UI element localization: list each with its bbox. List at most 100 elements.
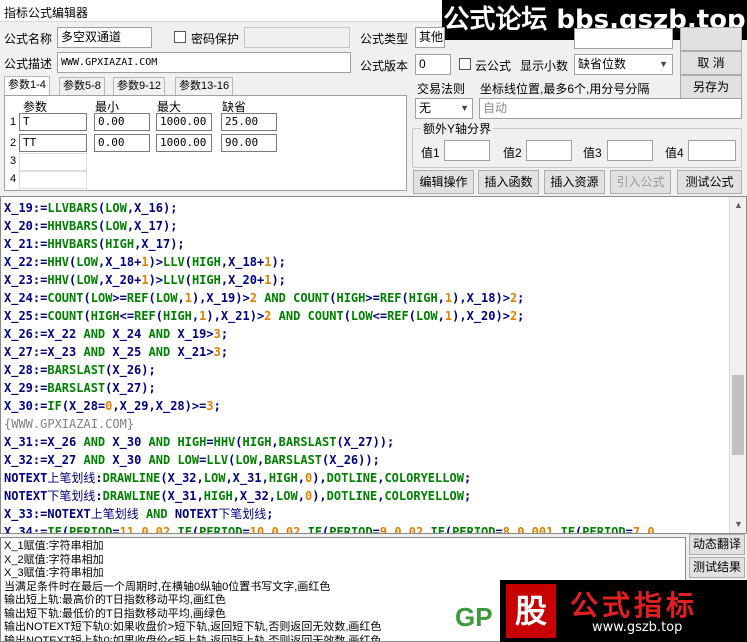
code-line: X_32:=X_27 AND X_30 AND LOW=LLV(LOW,BARS…	[4, 453, 380, 467]
param-min-field[interactable]: 0.00	[94, 134, 150, 152]
cancel-button[interactable]: 取 消	[680, 51, 742, 75]
y-value-label: 值3	[583, 146, 602, 160]
editor-scrollbar[interactable]: ▲ ▼	[729, 197, 746, 533]
param-max-field[interactable]: 1000.00	[156, 134, 212, 152]
param-max-field[interactable]: 1000.00	[156, 113, 212, 131]
output-line: X_2赋值:字符串相加	[4, 553, 104, 566]
y-value-2-input[interactable]	[526, 140, 572, 161]
desc-label: 公式描述	[4, 57, 53, 71]
insert-func-button[interactable]: 插入函数	[478, 170, 539, 194]
password-checkbox[interactable]	[174, 31, 186, 43]
password-input[interactable]	[244, 27, 350, 48]
output-line: 当满足条件时在最后一个周期时,在横轴0纵轴0位置书写文字,画红色	[4, 580, 331, 593]
formula-desc-input[interactable]: WWW.GPXIAZAI.COM	[57, 52, 351, 73]
param-min-field[interactable]: 0.00	[94, 113, 150, 131]
test-result-button[interactable]: 测试结果	[689, 557, 745, 578]
code-line: X_26:=X_22 AND X_24 AND X_19>3;	[4, 327, 229, 341]
site-logo-text: GP	[455, 602, 493, 632]
scroll-up-icon[interactable]: ▲	[730, 197, 746, 214]
code-line: X_28:=BARSLAST(X_26);	[4, 363, 156, 377]
trade-rule-select[interactable]: 无 ▼	[415, 98, 473, 119]
cloud-label: 云公式	[475, 59, 512, 73]
brand-logo: 股	[506, 584, 556, 638]
decimals-label: 显示小数	[520, 59, 569, 73]
version-input[interactable]: 0	[415, 54, 451, 75]
y-value-label: 值4	[665, 146, 684, 160]
version-label: 公式版本	[360, 59, 409, 73]
param-name-field[interactable]: TT	[19, 134, 87, 152]
output-line: X_1赋值:字符串相加	[4, 540, 104, 552]
name-label: 公式名称	[4, 32, 53, 46]
brand-title: 公式指标	[570, 589, 699, 622]
param-name-field[interactable]	[19, 171, 87, 189]
row-number: 4	[9, 173, 17, 185]
tab-params-9-12[interactable]: 参数9-12	[113, 77, 166, 95]
output-line: X_3赋值:字符串相加	[4, 567, 104, 579]
chevron-down-icon: ▼	[460, 103, 469, 113]
code-text: X_19:=LLVBARS(LOW,X_16); X_20:=HHVBARS(LO…	[4, 199, 662, 534]
code-line: X_25:=COUNT(HIGH<=REF(HIGH,1),X_21)>2 AN…	[4, 309, 525, 323]
output-text: X_1赋值:字符串相加 X_2赋值:字符串相加 X_3赋值:字符串相加 当满足条件时在…	[4, 540, 382, 642]
trade-rule-label: 交易法则	[417, 82, 466, 96]
y-value-3-input[interactable]	[607, 140, 653, 161]
output-line: 输出NOTEXT短下轨0:如果收盘价>短下轨,返回短下轨,否则返回无效数,画红色	[4, 621, 382, 633]
code-line: X_31:=X_26 AND X_30 AND HIGH=HHV(HIGH,BA…	[4, 435, 395, 449]
test-formula-button[interactable]: 测试公式	[677, 170, 742, 194]
output-line: 输出NOTEXT短上轨0:如果收盘价<短上轨,返回短上轨,否则返回无效数,画红色	[4, 634, 382, 642]
tab-params-1-4[interactable]: 参数1-4	[4, 76, 50, 95]
extra-y-axis-label: 额外Y轴分界	[421, 120, 494, 137]
formula-name-input[interactable]: 多空双通道	[57, 27, 152, 48]
import-formula-button[interactable]: 引入公式	[610, 170, 671, 194]
dynamic-translate-button[interactable]: 动态翻译	[689, 534, 745, 555]
tab-params-5-8[interactable]: 参数5-8	[59, 77, 105, 95]
trade-rule-value: 无	[419, 101, 432, 115]
row-number: 1	[9, 116, 17, 128]
output-line: 输出短上轨:最高价的T日指数移动平均,画红色	[4, 594, 226, 606]
code-editor[interactable]: X_19:=LLVBARS(LOW,X_16); X_20:=HHVBARS(LO…	[0, 196, 747, 534]
scroll-thumb[interactable]	[732, 375, 744, 455]
param-default-field[interactable]: 25.00	[221, 113, 277, 131]
code-line: X_23:=HHV(LOW,X_20+1)>LLV(HIGH,X_20+1);	[4, 273, 286, 287]
y-value-1-input[interactable]	[444, 140, 490, 161]
type-label: 公式类型	[360, 32, 409, 46]
ok-button[interactable]	[680, 27, 742, 51]
save-as-button[interactable]: 另存为	[680, 75, 742, 99]
insert-res-button[interactable]: 插入资源	[544, 170, 605, 194]
y-value-label: 值2	[503, 146, 522, 160]
scroll-down-icon[interactable]: ▼	[730, 516, 746, 533]
code-line: X_20:=HHVBARS(LOW,X_17);	[4, 219, 178, 233]
tab-params-13-16[interactable]: 参数13-16	[175, 77, 234, 95]
code-line: X_34:=IF(PERIOD=11,0.02,IF(PERIOD=10,0.0…	[4, 525, 662, 534]
code-line: X_33:=NOTEXT上笔划线 AND NOTEXT下笔划线;	[4, 507, 274, 521]
param-table: 参数 最小 最大 缺省 1 T 0.00 1000.00 25.00 2 TT …	[4, 95, 407, 191]
row-number: 2	[9, 137, 17, 149]
code-line: X_24:=COUNT(LOW>=REF(LOW,1),X_19)>2 AND …	[4, 291, 525, 305]
decimals-value: 缺省位数	[578, 57, 627, 71]
decimals-select[interactable]: 缺省位数 ▼	[574, 54, 673, 75]
code-line: X_19:=LLVBARS(LOW,X_16);	[4, 201, 178, 215]
param-name-field[interactable]	[19, 153, 87, 171]
coord-label: 坐标线位置,最多6个,用分号分隔	[480, 82, 650, 96]
coord-input[interactable]: 自动	[479, 98, 742, 119]
row-number: 3	[9, 155, 17, 167]
edit-ops-button[interactable]: 编辑操作	[413, 170, 474, 194]
param-name-field[interactable]: T	[19, 113, 87, 131]
y-value-label: 值1	[421, 146, 440, 160]
cloud-checkbox[interactable]	[459, 58, 471, 70]
code-line: X_30:=IF(X_28=0,X_29,X_28)>=3;	[4, 399, 221, 413]
chevron-down-icon: ▼	[659, 59, 668, 69]
code-line: X_22:=HHV(LOW,X_18+1)>LLV(HIGH,X_18+1);	[4, 255, 286, 269]
brand-url: www.gszb.top	[592, 620, 683, 635]
code-line: X_27:=X_23 AND X_25 AND X_21>3;	[4, 345, 229, 359]
window-title: 指标公式编辑器	[4, 6, 89, 20]
y-value-4-input[interactable]	[688, 140, 736, 161]
password-label: 密码保护	[191, 32, 240, 46]
watermark-brand: 股 公式指标 www.gszb.top	[500, 580, 747, 642]
code-line: {WWW.GPXIAZAI.COM}	[4, 417, 135, 431]
code-line: X_21:=HHVBARS(HIGH,X_17);	[4, 237, 185, 251]
top-hidden-field	[574, 28, 673, 49]
formula-type-select[interactable]: 其他类	[415, 27, 445, 48]
output-line: 输出短下轨:最低价的T日指数移动平均,画绿色	[4, 607, 226, 620]
code-line: NOTEXT上笔划线:DRAWLINE(X_32,LOW,X_31,HIGH,0…	[4, 471, 472, 485]
param-default-field[interactable]: 90.00	[221, 134, 277, 152]
